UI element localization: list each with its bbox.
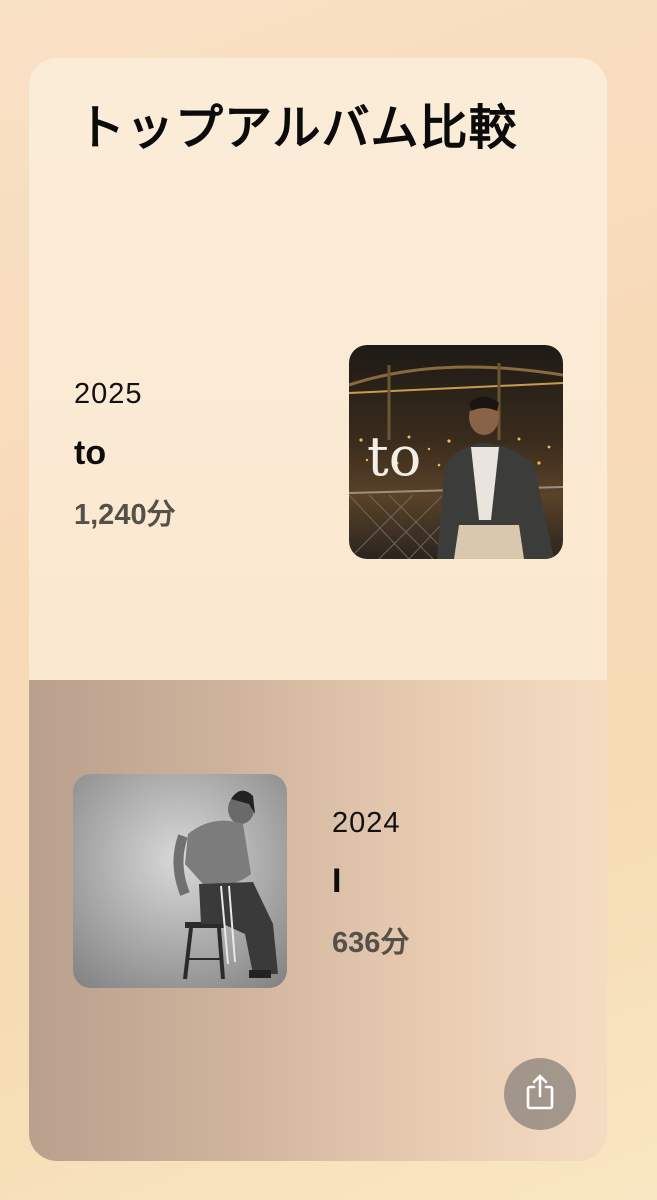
album-year: 2024 bbox=[332, 807, 401, 839]
cover-title-text: to bbox=[367, 425, 421, 488]
share-icon bbox=[523, 1073, 557, 1116]
album-comparison-card: トップアルバム比較 2025 to 1,240分 to 2024 I 636分 bbox=[29, 58, 607, 1161]
album-title: to bbox=[74, 434, 107, 472]
album-minutes: 636分 bbox=[332, 927, 410, 959]
album-section-2024: 2024 I 636分 bbox=[29, 680, 607, 1161]
album-minutes: 1,240分 bbox=[74, 499, 176, 531]
album-section-2025: トップアルバム比較 2025 to 1,240分 to bbox=[29, 58, 607, 680]
page-title: トップアルバム比較 bbox=[77, 100, 518, 156]
album-cover-to[interactable]: to bbox=[349, 345, 563, 559]
album-year: 2025 bbox=[74, 378, 143, 410]
album-cover-i[interactable] bbox=[73, 774, 287, 988]
album-title: I bbox=[332, 862, 342, 900]
share-button[interactable] bbox=[504, 1058, 576, 1130]
